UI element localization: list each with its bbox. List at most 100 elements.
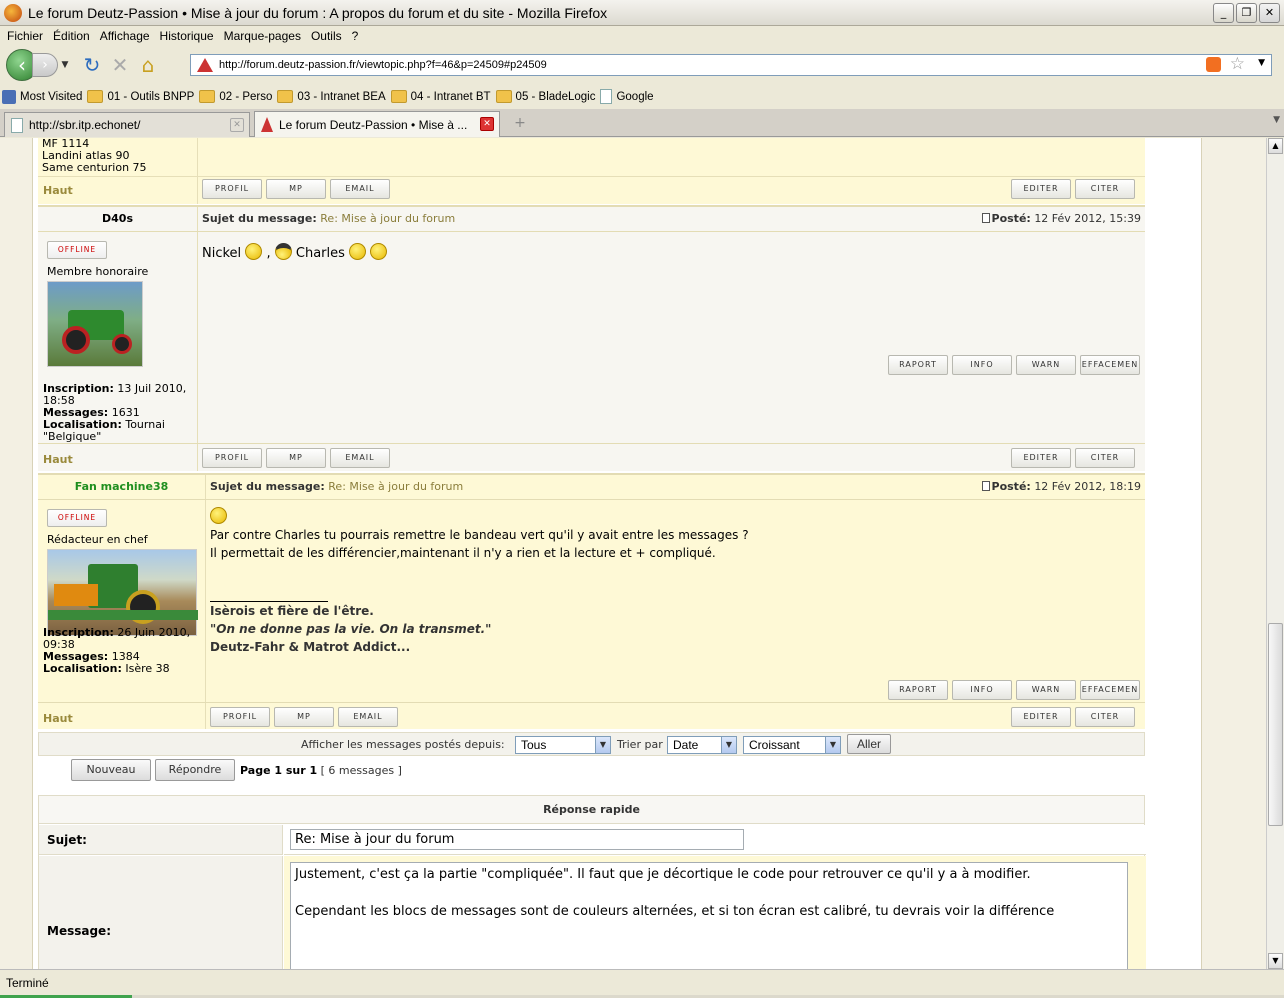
citer-button[interactable]: CITER (1075, 448, 1135, 468)
tractor-wheel (112, 334, 132, 354)
scroll-down-icon[interactable]: ▼ (1268, 953, 1283, 969)
email-button[interactable]: EMAIL (330, 179, 390, 199)
mp-button[interactable]: MP (266, 448, 326, 468)
menu-outils[interactable]: Outils (306, 29, 347, 43)
post-subject: Sujet du message: Re: Mise à jour du for… (210, 480, 463, 493)
editer-button[interactable]: EDITER (1011, 707, 1071, 727)
post-date: Posté: 12 Fév 2012, 18:19 (981, 480, 1141, 493)
menu-help[interactable]: ? (347, 29, 364, 43)
vertical-scrollbar[interactable]: ▲ ▼ (1266, 138, 1284, 969)
delete-button[interactable]: EFFACEMEN (1080, 355, 1140, 375)
bookmark-label: Most Visited (20, 90, 83, 103)
bookmark-bladelogic[interactable]: 05 - BladeLogic (495, 90, 596, 103)
previous-post-tail: MF 1114 Landini atlas 90 Same centurion … (38, 138, 1145, 176)
sort-select[interactable]: Date ▼ (667, 736, 737, 754)
user-info: Inscription: 13 Juil 2010, 18:58 Message… (43, 383, 193, 443)
mp-button[interactable]: MP (274, 707, 334, 727)
bookmark-intranet-bea[interactable]: 03 - Intranet BEA (277, 90, 386, 103)
user-avatar[interactable] (47, 549, 198, 636)
reload-icon[interactable]: ↻ (78, 51, 106, 79)
hat-smiley-icon (274, 243, 292, 260)
haut-link[interactable]: Haut (43, 712, 73, 725)
url-text[interactable]: http://forum.deutz-passion.fr/viewtopic.… (219, 59, 547, 71)
bookmark-star-icon[interactable]: ☆ (1230, 54, 1245, 74)
citer-button[interactable]: CITER (1075, 179, 1135, 199)
mp-button[interactable]: MP (266, 179, 326, 199)
bookmark-most-visited[interactable]: Most Visited (2, 89, 83, 104)
haut-link[interactable]: Haut (43, 453, 73, 466)
rss-feed-icon[interactable] (1206, 57, 1221, 72)
info-button[interactable]: INFO (952, 355, 1012, 375)
subject-label: Sujet du message: (202, 212, 317, 225)
menu-marque-pages[interactable]: Marque-pages (219, 29, 306, 43)
warn-button[interactable]: WARN (1016, 355, 1076, 375)
info-button[interactable]: INFO (952, 680, 1012, 700)
email-button[interactable]: EMAIL (330, 448, 390, 468)
order-value: Croissant (749, 738, 800, 752)
stop-icon[interactable]: ✕ (106, 51, 134, 79)
bookmark-outils-bnpp[interactable]: 01 - Outils BNPP (87, 90, 194, 103)
message-text: Cependant les blocs de messages sont de … (295, 904, 1055, 919)
post-subject: Sujet du message: Re: Mise à jour du for… (202, 212, 455, 225)
bookmark-intranet-bt[interactable]: 04 - Intranet BT (390, 90, 491, 103)
url-bar[interactable]: http://forum.deutz-passion.fr/viewtopic.… (190, 54, 1272, 76)
subject-text[interactable]: Re: Mise à jour du forum (320, 212, 455, 225)
editer-button[interactable]: EDITER (1011, 179, 1071, 199)
menu-affichage[interactable]: Affichage (95, 29, 155, 43)
warn-button[interactable]: WARN (1016, 680, 1076, 700)
new-tab-icon[interactable]: + (508, 113, 532, 135)
close-tab-icon[interactable]: ✕ (480, 117, 494, 131)
happy-smiley-icon (370, 243, 388, 260)
menu-edition[interactable]: Édition (48, 29, 95, 43)
post-icon[interactable] (981, 481, 990, 491)
home-icon[interactable]: ⌂ (134, 51, 162, 79)
message-textarea[interactable]: Justement, c'est ça la partie "compliqué… (290, 862, 1128, 969)
menu-fichier[interactable]: Fichier (2, 29, 48, 43)
new-topic-button[interactable]: Nouveau (71, 759, 151, 781)
profil-button[interactable]: PROFIL (210, 707, 270, 727)
menu-bar: Fichier Édition Affichage Historique Mar… (0, 26, 1284, 46)
menu-historique[interactable]: Historique (155, 29, 219, 43)
profil-button[interactable]: PROFIL (202, 448, 262, 468)
pagination-info: Page 1 sur 1 [ 6 messages ] (240, 764, 402, 777)
bookmark-perso[interactable]: 02 - Perso (199, 90, 272, 103)
tab-deutz-forum[interactable]: Le forum Deutz-Passion • Mise à ... ✕ (254, 111, 500, 137)
delete-button[interactable]: EFFACEMEN (1080, 680, 1140, 700)
report-button[interactable]: RAPORT (888, 355, 948, 375)
scroll-up-icon[interactable]: ▲ (1268, 138, 1283, 154)
post-icon[interactable] (981, 213, 990, 223)
tab-list-icon[interactable]: ▼ (1273, 115, 1280, 125)
bookmark-label: 04 - Intranet BT (410, 90, 491, 103)
subject-text[interactable]: Re: Mise à jour du forum (328, 480, 463, 493)
author-name[interactable]: D40s (38, 207, 197, 225)
subject-input[interactable]: Re: Mise à jour du forum (290, 829, 744, 850)
signature-line: Isèrois et fière de l'être. (210, 604, 374, 618)
message-count: [ 6 messages ] (320, 764, 402, 777)
go-button[interactable]: Aller (847, 734, 891, 754)
scrollbar-thumb[interactable] (1268, 623, 1283, 826)
close-tab-icon[interactable]: ✕ (230, 118, 244, 132)
bookmark-label: 05 - BladeLogic (515, 90, 596, 103)
user-avatar[interactable] (47, 281, 143, 367)
haut-link[interactable]: Haut (43, 184, 73, 197)
profil-button[interactable]: PROFIL (202, 179, 262, 199)
url-dropdown-icon[interactable]: ▼ (1258, 58, 1265, 68)
forward-button[interactable]: › (32, 53, 58, 77)
author-name[interactable]: Fan machine38 (38, 475, 205, 493)
email-button[interactable]: EMAIL (338, 707, 398, 727)
tab-sbr[interactable]: http://sbr.itp.echonet/ ✕ (4, 112, 250, 137)
history-dropdown-icon[interactable]: ▼ (58, 60, 72, 70)
minimize-button[interactable]: _ (1213, 3, 1234, 23)
previous-post-footer: Haut PROFIL MP EMAIL EDITER CITER (38, 176, 1145, 204)
order-select[interactable]: Croissant ▼ (743, 736, 841, 754)
reply-button[interactable]: Répondre (155, 759, 235, 781)
report-button[interactable]: RAPORT (888, 680, 948, 700)
citer-button[interactable]: CITER (1075, 707, 1135, 727)
restore-button[interactable]: ❐ (1236, 3, 1257, 23)
subject-input-cell: Re: Mise à jour du forum (284, 825, 1146, 855)
bookmarks-toolbar: Most Visited 01 - Outils BNPP 02 - Perso… (0, 84, 1284, 109)
close-window-button[interactable]: ✕ (1259, 3, 1280, 23)
bookmark-google[interactable]: Google (600, 89, 654, 104)
editer-button[interactable]: EDITER (1011, 448, 1071, 468)
since-select[interactable]: Tous ▼ (515, 736, 611, 754)
